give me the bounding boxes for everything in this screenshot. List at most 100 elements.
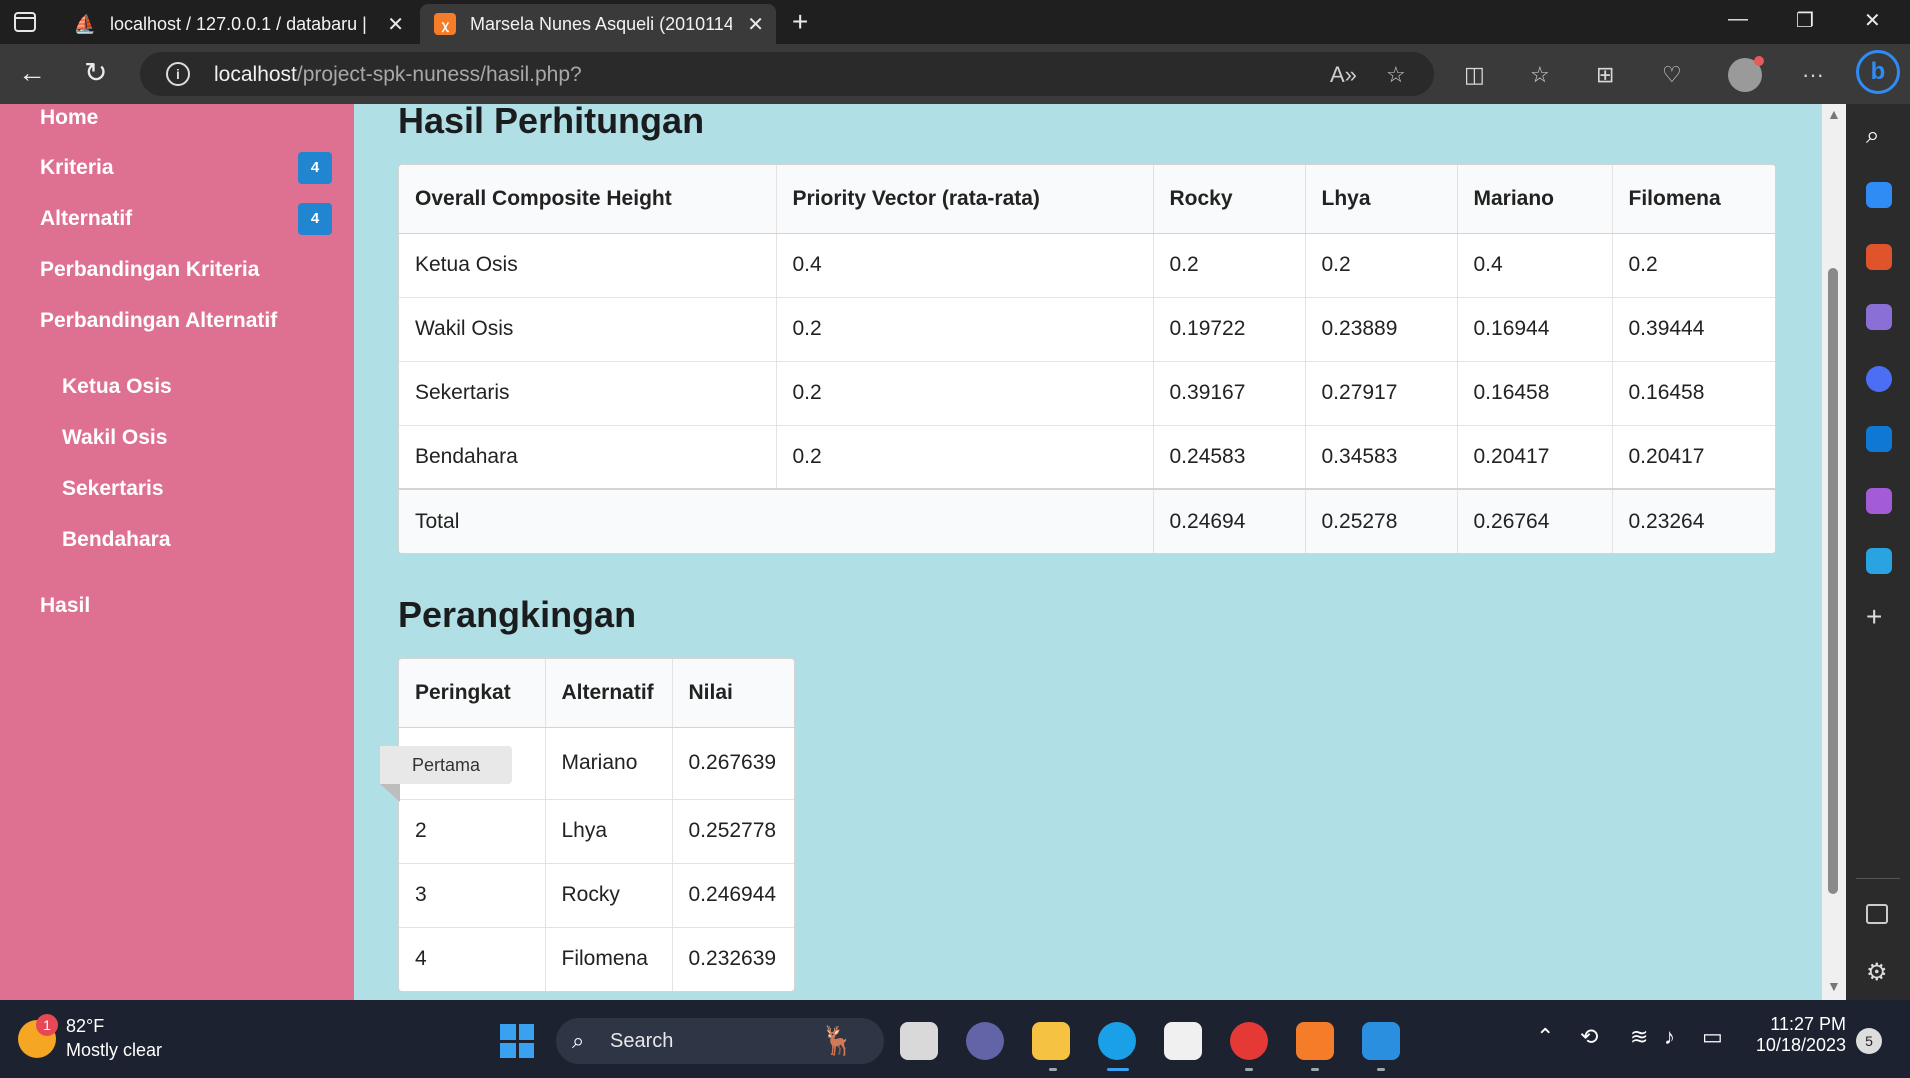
task-view-icon[interactable] xyxy=(900,1022,938,1060)
tab-phpmyadmin[interactable]: ⛵ localhost / 127.0.0.1 / databaru | ✕ xyxy=(60,4,416,44)
edge-icon[interactable] xyxy=(1098,1022,1136,1060)
total-cell: 0.23264 xyxy=(1611,488,1775,553)
more-menu-icon[interactable]: ··· xyxy=(1802,62,1824,88)
settings-gear-icon[interactable]: ⚙ xyxy=(1866,958,1892,986)
weather-temperature: 82°F xyxy=(66,1016,105,1036)
tray-chevron-icon[interactable]: ⌃ xyxy=(1536,1024,1554,1050)
sidebar-subitem-sekertaris[interactable]: Sekertaris xyxy=(62,477,164,501)
table-cell: 0.246944 xyxy=(671,862,794,927)
ranking-heading: Perangkingan xyxy=(398,594,637,635)
copilot-app-icon[interactable] xyxy=(1866,366,1892,392)
table-cell: Filomena xyxy=(544,926,672,991)
table-cell: 0.23889 xyxy=(1304,296,1457,361)
restore-icon[interactable]: ❐ xyxy=(1796,8,1814,33)
column-header: Priority Vector (rata-rata) xyxy=(775,165,1153,234)
table-cell: 0.2 xyxy=(775,424,1153,489)
hide-sidebar-icon[interactable] xyxy=(1866,904,1888,924)
alternatif-count-badge: 4 xyxy=(298,203,332,235)
battery-icon[interactable]: ▭ xyxy=(1702,1024,1723,1050)
table-cell: 0.39444 xyxy=(1611,296,1775,361)
sync-icon[interactable]: ⟲ xyxy=(1580,1024,1598,1050)
site-info-icon[interactable]: i xyxy=(166,62,190,86)
table-cell: Rocky xyxy=(544,862,672,927)
scroll-up-icon[interactable]: ▲ xyxy=(1827,106,1841,122)
table-cell: Sekertaris xyxy=(399,360,776,425)
back-icon[interactable]: ← xyxy=(18,58,46,88)
page-scrollbar[interactable]: ▲ ▼ xyxy=(1822,104,1846,1000)
profile-avatar[interactable] xyxy=(1728,56,1764,92)
sidebar-item-alternatif[interactable]: Alternatif xyxy=(40,207,132,231)
outlook-icon[interactable] xyxy=(1866,426,1892,452)
tab-actions-icon[interactable] xyxy=(14,12,36,32)
shopping-icon[interactable] xyxy=(1866,182,1892,208)
sidebar-subitem-bendahara[interactable]: Bendahara xyxy=(62,528,171,552)
close-window-icon[interactable]: ✕ xyxy=(1864,8,1881,33)
teams-icon[interactable] xyxy=(966,1022,1004,1060)
favorite-star-icon[interactable]: ☆ xyxy=(1386,62,1406,88)
scroll-down-icon[interactable]: ▼ xyxy=(1827,978,1841,994)
system-clock[interactable]: 11:27 PM 10/18/2023 xyxy=(1750,1014,1846,1056)
page-viewport: Home Kriteria 4 Alternatif 4 Perbandinga… xyxy=(0,104,1822,1000)
favorites-icon[interactable]: ☆ xyxy=(1530,62,1550,88)
phpmyadmin-icon: ⛵ xyxy=(73,13,97,34)
split-screen-icon[interactable]: ◫ xyxy=(1464,62,1485,88)
tab-active[interactable]: ꭓ Marsela Nunes Asqueli (2010114 ✕ xyxy=(420,4,776,44)
xampp-icon[interactable] xyxy=(1296,1022,1334,1060)
search-label: Search xyxy=(610,1030,674,1052)
file-explorer-icon[interactable] xyxy=(1032,1022,1070,1060)
ranking-table: Peringkat Alternatif Nilai Mariano 0.267… xyxy=(398,658,795,992)
sidebar-item-home[interactable]: Home xyxy=(40,106,98,130)
notification-badge[interactable]: 5 xyxy=(1856,1028,1882,1054)
send-icon[interactable] xyxy=(1866,548,1892,574)
wifi-icon[interactable]: ≋ xyxy=(1630,1024,1648,1050)
address-bar[interactable]: i localhost/project-spk-nuness/hasil.php… xyxy=(140,52,1434,96)
search-icon: ⌕ xyxy=(572,1028,585,1053)
search-icon[interactable]: ⌕ xyxy=(1866,122,1892,149)
table-row: 2 Lhya 0.252778 xyxy=(399,798,794,863)
chrome-icon[interactable] xyxy=(1230,1022,1268,1060)
taskbar-search[interactable]: ⌕ Search 🦌 xyxy=(556,1018,884,1064)
table-cell: Lhya xyxy=(544,798,672,863)
store-icon[interactable] xyxy=(1164,1022,1202,1060)
column-header: Overall Composite Height xyxy=(399,165,776,234)
games-icon[interactable] xyxy=(1866,304,1892,330)
table-cell: 0.20417 xyxy=(1611,424,1775,489)
sidebar-item-hasil[interactable]: Hasil xyxy=(40,594,90,618)
performance-icon[interactable]: ♡ xyxy=(1662,62,1682,88)
column-header: Alternatif xyxy=(544,659,672,728)
close-tab-icon[interactable]: ✕ xyxy=(387,12,404,37)
column-header: Nilai xyxy=(671,659,794,728)
tools-icon[interactable] xyxy=(1866,244,1892,270)
read-aloud-icon[interactable]: A» xyxy=(1330,62,1357,88)
table-cell: 0.4 xyxy=(1456,232,1612,297)
table-row: Wakil Osis 0.2 0.19722 0.23889 0.16944 0… xyxy=(399,296,1775,361)
tab-title: localhost / 127.0.0.1 / databaru | xyxy=(110,13,367,34)
page-title: Hasil Perhitungan xyxy=(398,104,705,141)
table-cell: 0.2 xyxy=(1304,232,1457,297)
vscode-icon[interactable] xyxy=(1362,1022,1400,1060)
volume-icon[interactable]: ♪ xyxy=(1664,1024,1675,1050)
new-tab-icon[interactable]: + xyxy=(792,6,808,38)
table-cell: 0.2 xyxy=(1611,232,1775,297)
minimize-icon[interactable]: — xyxy=(1728,8,1748,31)
add-icon[interactable]: + xyxy=(1866,603,1892,631)
collections-icon[interactable]: ⊞ xyxy=(1596,62,1614,88)
designer-icon[interactable] xyxy=(1866,488,1892,514)
url-text[interactable]: localhost/project-spk-nuness/hasil.php? xyxy=(214,63,582,87)
sidebar-item-perbandingan-kriteria[interactable]: Perbandingan Kriteria xyxy=(40,258,259,282)
close-tab-icon[interactable]: ✕ xyxy=(747,12,764,37)
sidebar-divider xyxy=(1856,878,1900,879)
scrollbar-thumb[interactable] xyxy=(1828,268,1838,894)
sidebar-item-kriteria[interactable]: Kriteria xyxy=(40,156,114,180)
weather-alert-badge: 1 xyxy=(36,1014,58,1036)
table-total-row: Total 0.24694 0.25278 0.26764 0.23264 xyxy=(399,488,1775,553)
table-cell: Ketua Osis xyxy=(399,232,776,297)
sidebar-subitem-ketua-osis[interactable]: Ketua Osis xyxy=(62,375,172,399)
copilot-icon[interactable]: b xyxy=(1856,50,1900,94)
sidebar-subitem-wakil-osis[interactable]: Wakil Osis xyxy=(62,426,167,450)
refresh-icon[interactable]: ↻ xyxy=(84,58,107,88)
sidebar-item-perbandingan-alternatif[interactable]: Perbandingan Alternatif xyxy=(40,309,277,333)
total-cell: 0.25278 xyxy=(1304,488,1457,553)
table-row: Sekertaris 0.2 0.39167 0.27917 0.16458 0… xyxy=(399,360,1775,425)
start-button[interactable] xyxy=(500,1024,534,1058)
